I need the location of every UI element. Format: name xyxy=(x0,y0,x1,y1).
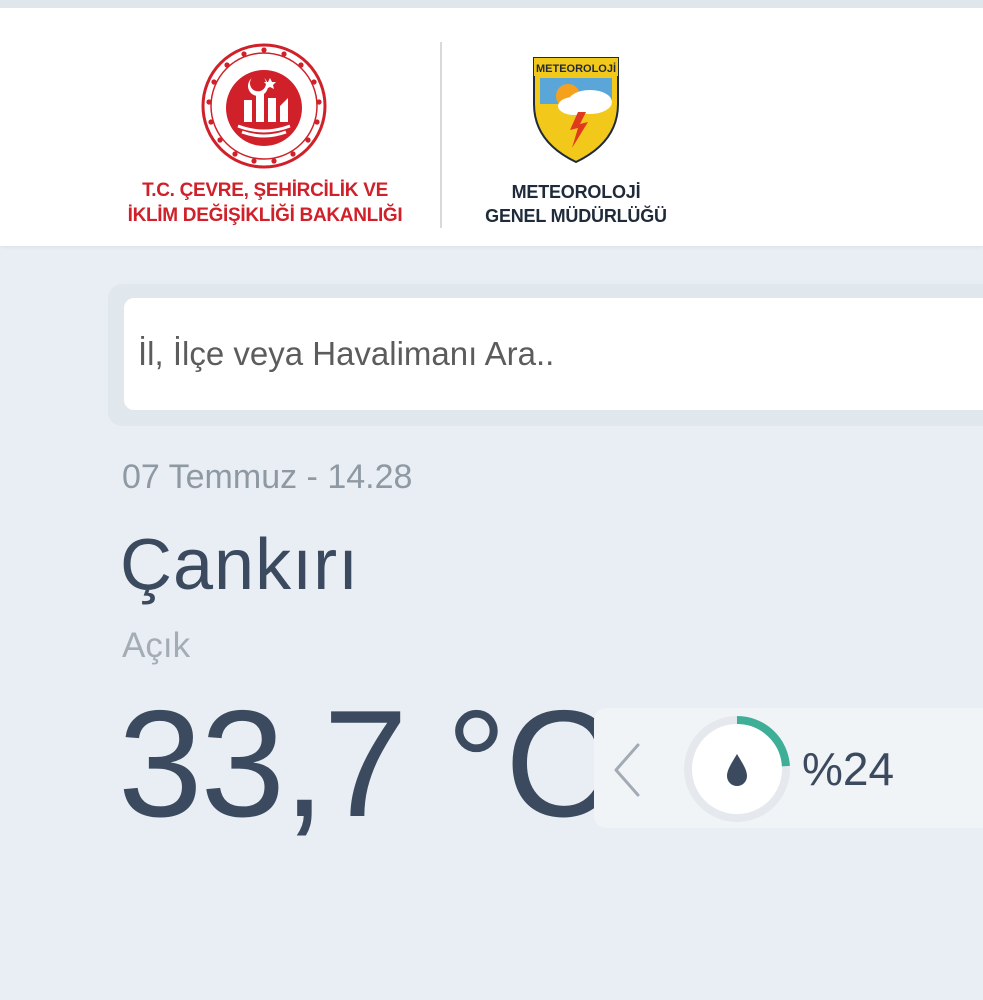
search-input[interactable] xyxy=(124,298,983,410)
observation-datetime: 07 Temmuz - 14.28 xyxy=(122,458,413,496)
meteorology-shield-icon[interactable]: METEOROLOJİ xyxy=(528,54,624,166)
meteorology-name-line1: METEOROLOJİ xyxy=(511,182,641,202)
meteorology-name: METEOROLOJİ GENEL MÜDÜRLÜĞÜ xyxy=(460,180,692,228)
ministry-name-line1: T.C. ÇEVRE, ŞEHİRCİLİK VE xyxy=(142,180,388,201)
site-header: T.C. ÇEVRE, ŞEHİRCİLİK VE İKLİM DEĞİŞİKL… xyxy=(0,8,983,246)
header-divider xyxy=(440,42,442,228)
top-strip xyxy=(0,0,983,8)
meteorology-name-line2: GENEL MÜDÜRLÜĞÜ xyxy=(485,206,667,226)
humidity-value: %24 xyxy=(802,743,895,795)
chevron-left-icon[interactable] xyxy=(598,735,658,805)
ministry-name-line2: İKLİM DEĞİŞİKLİĞİ BAKANLIĞI xyxy=(127,205,403,226)
humidity-gauge xyxy=(684,716,790,822)
meteorology-shield-text: METEOROLOJİ xyxy=(536,62,616,75)
ministry-name: T.C. ÇEVRE, ŞEHİRCİLİK VE İKLİM DEĞİŞİKL… xyxy=(100,178,430,228)
ministry-emblem-icon[interactable] xyxy=(200,42,328,170)
weather-condition: Açık xyxy=(122,626,191,665)
temperature-value: 33,7 °C xyxy=(118,679,615,849)
city-name: Çankırı xyxy=(120,525,360,605)
